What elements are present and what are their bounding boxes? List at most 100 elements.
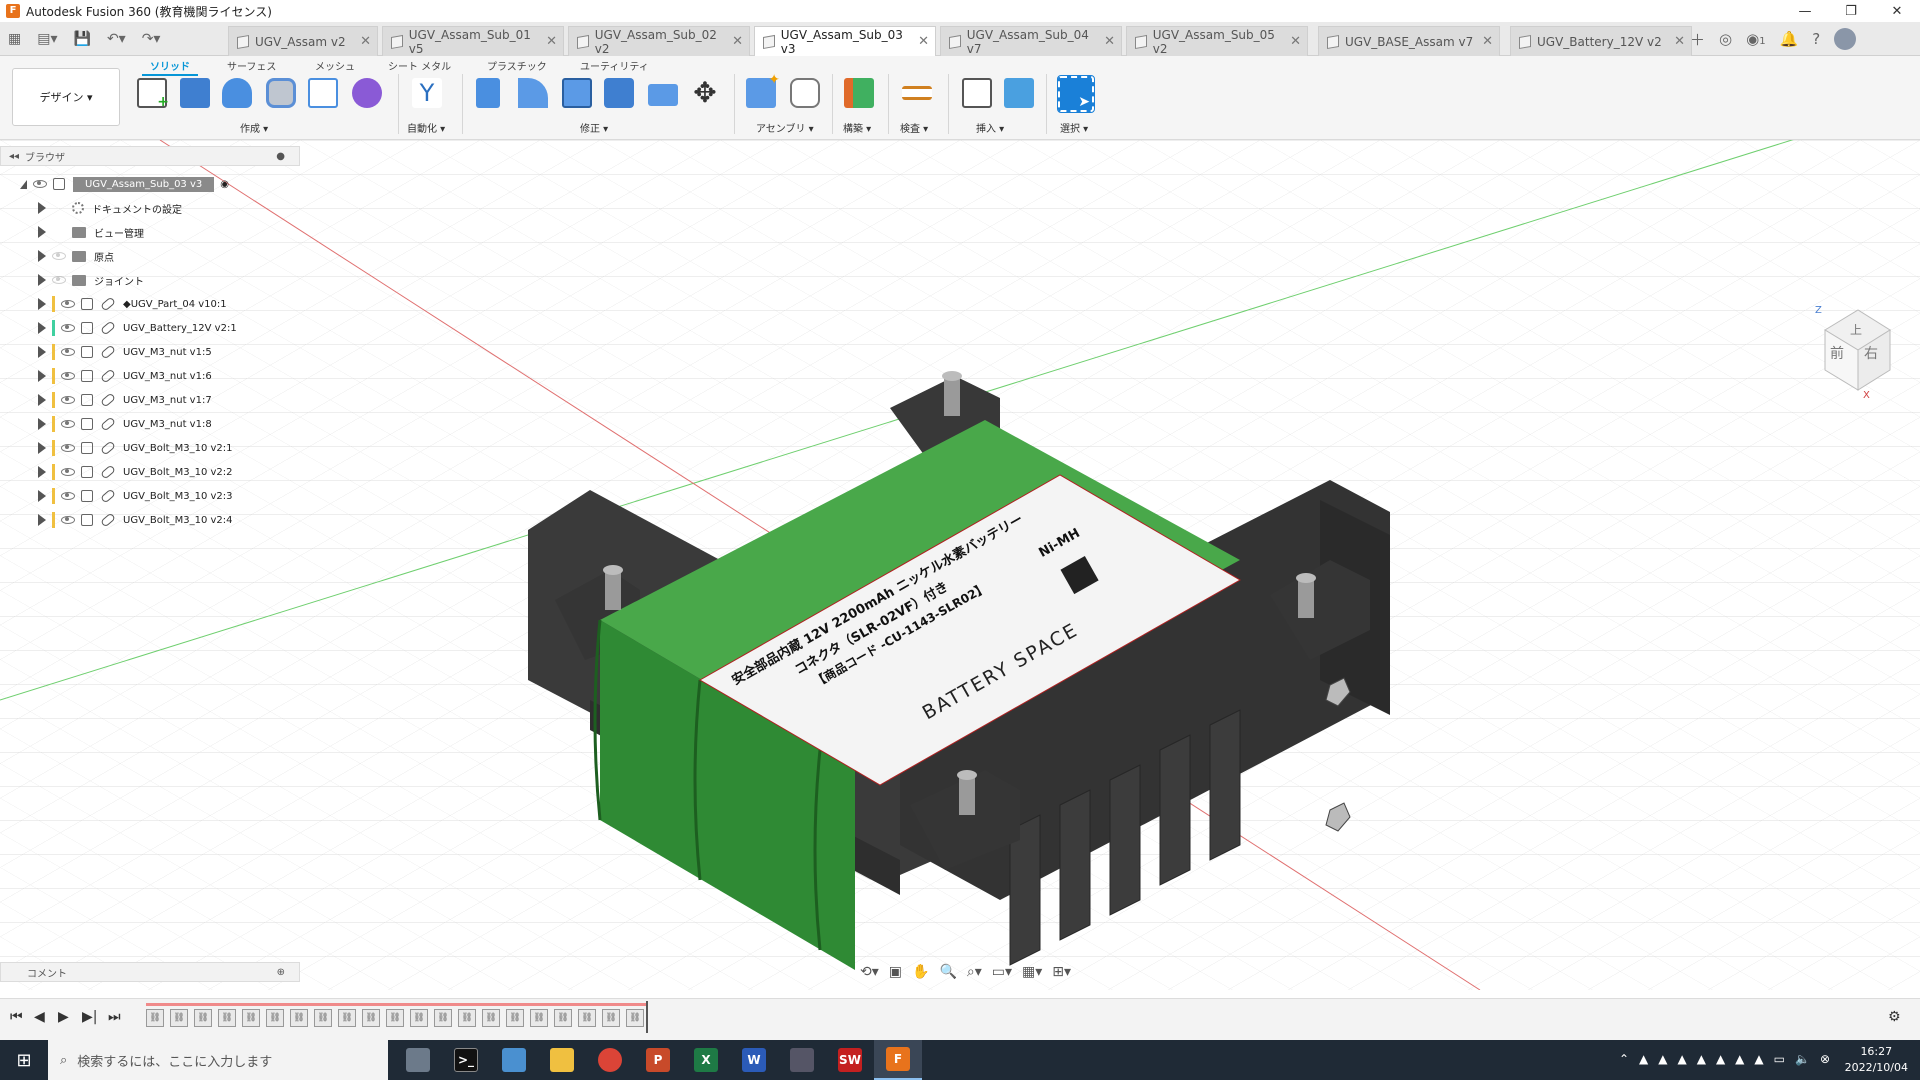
jobs-icon[interactable]: ◉1: [1746, 30, 1765, 48]
close-tab-icon[interactable]: ✕: [918, 34, 929, 49]
timeline-joint-icon[interactable]: ⛓: [554, 1009, 572, 1027]
group-select[interactable]: 選択 ▾: [1060, 120, 1088, 135]
taskbar-app-explorer[interactable]: [394, 1040, 442, 1080]
visibility-eye-icon[interactable]: [61, 420, 75, 428]
visibility-eye-icon[interactable]: [61, 300, 75, 308]
close-tab-icon[interactable]: ✕: [546, 34, 557, 49]
timeline-joint-icon[interactable]: ⛓: [386, 1009, 404, 1027]
pattern-icon[interactable]: [308, 78, 338, 108]
timeline-marker[interactable]: [646, 1001, 648, 1033]
grid-settings-icon[interactable]: ▦▾: [1022, 964, 1042, 980]
timeline-joint-icon[interactable]: ⛓: [530, 1009, 548, 1027]
app-grid-icon[interactable]: ▦: [8, 31, 21, 47]
tab-surface[interactable]: サーフェス: [227, 58, 276, 73]
visibility-eye-icon[interactable]: [33, 180, 47, 188]
tray-app-icon[interactable]: ▲: [1697, 1052, 1706, 1066]
doc-tab[interactable]: UGV_Assam_Sub_05 v2 ✕: [1126, 26, 1308, 56]
timeline-joint-icon[interactable]: ⛓: [290, 1009, 308, 1027]
browser-folder[interactable]: 原点: [38, 246, 114, 266]
doc-tab[interactable]: UGV_Battery_12V v2 ✕: [1510, 26, 1692, 56]
tray-app-icon[interactable]: ▲: [1658, 1052, 1667, 1066]
user-avatar[interactable]: [1834, 28, 1857, 50]
volume-icon[interactable]: 🔈: [1795, 1052, 1810, 1066]
close-tab-icon[interactable]: ✕: [1104, 34, 1115, 49]
hole-icon[interactable]: [266, 78, 296, 108]
tab-utilities[interactable]: ユーティリティ: [580, 58, 649, 73]
display-settings-icon[interactable]: ▭▾: [992, 964, 1012, 980]
taskbar-app-file-explorer[interactable]: [538, 1040, 586, 1080]
timeline-joint-icon[interactable]: ⛓: [218, 1009, 236, 1027]
activate-radio-icon[interactable]: ◉: [220, 179, 229, 190]
windows-start-icon[interactable]: ⊞: [0, 1040, 48, 1080]
tab-solid[interactable]: ソリッド: [142, 58, 198, 76]
expand-arrow-icon[interactable]: [38, 298, 46, 310]
notifications-icon[interactable]: 🔔: [1780, 30, 1799, 48]
group-construct[interactable]: 構築 ▾: [843, 120, 871, 135]
tray-app-icon[interactable]: ▲: [1716, 1052, 1725, 1066]
taskbar-app-word[interactable]: W: [730, 1040, 778, 1080]
visibility-eye-icon[interactable]: [61, 444, 75, 452]
extrude-icon[interactable]: [180, 78, 210, 108]
orbit-icon[interactable]: ⟲▾: [860, 964, 879, 980]
shell-icon[interactable]: [562, 78, 592, 108]
expand-arrow-icon[interactable]: [38, 418, 46, 430]
look-at-icon[interactable]: ▣: [889, 964, 902, 980]
taskbar-app-game[interactable]: [778, 1040, 826, 1080]
add-comment-icon[interactable]: ⊕: [277, 967, 285, 978]
taskbar-clock[interactable]: 16:27 2022/10/04: [1845, 1044, 1908, 1076]
pan-icon[interactable]: ✋: [912, 964, 929, 980]
timeline-play-icon[interactable]: ▶: [58, 1009, 69, 1025]
create-form-icon[interactable]: [352, 78, 382, 108]
taskbar-app-terminal[interactable]: >_: [442, 1040, 490, 1080]
browser-component[interactable]: ◆UGV_Part_04 v10:1: [38, 294, 227, 314]
timeline-joint-icon[interactable]: ⛓: [506, 1009, 524, 1027]
taskbar-search-input[interactable]: ⌕ 検索するには、ここに入力します: [48, 1040, 388, 1080]
timeline-next-icon[interactable]: ▶|: [82, 1009, 97, 1025]
bolt[interactable]: [1298, 578, 1314, 618]
browser-folder[interactable]: ジョイント: [38, 270, 144, 290]
doc-tab[interactable]: UGV_BASE_Assam v7 ✕: [1318, 26, 1500, 56]
sync-icon[interactable]: ◎: [1719, 30, 1732, 48]
browser-header[interactable]: ◂◂ ブラウザ ●: [0, 146, 300, 166]
construct-plane-icon[interactable]: [844, 78, 874, 108]
visibility-eye-icon[interactable]: [52, 252, 66, 260]
zoom-window-icon[interactable]: ⌕▾: [967, 964, 982, 980]
group-insert[interactable]: 挿入 ▾: [976, 120, 1004, 135]
tray-app-icon[interactable]: ▲: [1677, 1052, 1686, 1066]
browser-folder[interactable]: ビュー管理: [38, 222, 144, 242]
timeline-joint-icon[interactable]: ⛓: [338, 1009, 356, 1027]
group-create[interactable]: 作成 ▾: [240, 120, 268, 135]
doc-tab[interactable]: UGV_Assam_Sub_04 v7 ✕: [940, 26, 1122, 56]
group-assemble[interactable]: アセンブリ ▾: [756, 120, 814, 135]
expand-arrow-icon[interactable]: [38, 250, 46, 262]
timeline-joint-icon[interactable]: ⛓: [578, 1009, 596, 1027]
taskbar-app-notepad[interactable]: [490, 1040, 538, 1080]
close-tab-icon[interactable]: ✕: [1290, 34, 1301, 49]
collapse-arrow-icon[interactable]: [20, 179, 27, 189]
insert-image-icon[interactable]: [1004, 78, 1034, 108]
expand-arrow-icon[interactable]: [38, 226, 46, 238]
timeline-joint-icon[interactable]: ⛓: [362, 1009, 380, 1027]
ime-icon[interactable]: ⊗: [1820, 1052, 1830, 1066]
group-modify[interactable]: 修正 ▾: [580, 120, 608, 135]
timeline-joint-icon[interactable]: ⛓: [626, 1009, 644, 1027]
timeline-joint-icon[interactable]: ⛓: [482, 1009, 500, 1027]
timeline-joint-icon[interactable]: ⛓: [194, 1009, 212, 1027]
viewports-icon[interactable]: ⊞▾: [1052, 964, 1071, 980]
expand-arrow-icon[interactable]: [38, 346, 46, 358]
timeline-joint-icon[interactable]: ⛓: [602, 1009, 620, 1027]
zoom-icon[interactable]: 🔍: [939, 964, 956, 980]
visibility-eye-icon[interactable]: [61, 492, 75, 500]
viewport-canvas[interactable]: 安全部品内蔵 12V 2200mAh ニッケル水素バッテリー コネクタ（SLR-…: [0, 140, 1920, 990]
bolt[interactable]: [944, 376, 960, 416]
close-tab-icon[interactable]: ✕: [1482, 34, 1493, 49]
timeline-joint-icon[interactable]: ⛓: [170, 1009, 188, 1027]
visibility-eye-icon[interactable]: [61, 396, 75, 404]
browser-component[interactable]: UGV_Bolt_M3_10 v2:2: [38, 462, 233, 482]
browser-component[interactable]: UGV_Bolt_M3_10 v2:3: [38, 486, 233, 506]
offset-face-icon[interactable]: [648, 84, 678, 106]
expand-arrow-icon[interactable]: [38, 370, 46, 382]
fillet-icon[interactable]: [518, 78, 548, 108]
group-inspect[interactable]: 検査 ▾: [900, 120, 928, 135]
workspace-design-button[interactable]: デザイン ▾: [12, 68, 120, 126]
